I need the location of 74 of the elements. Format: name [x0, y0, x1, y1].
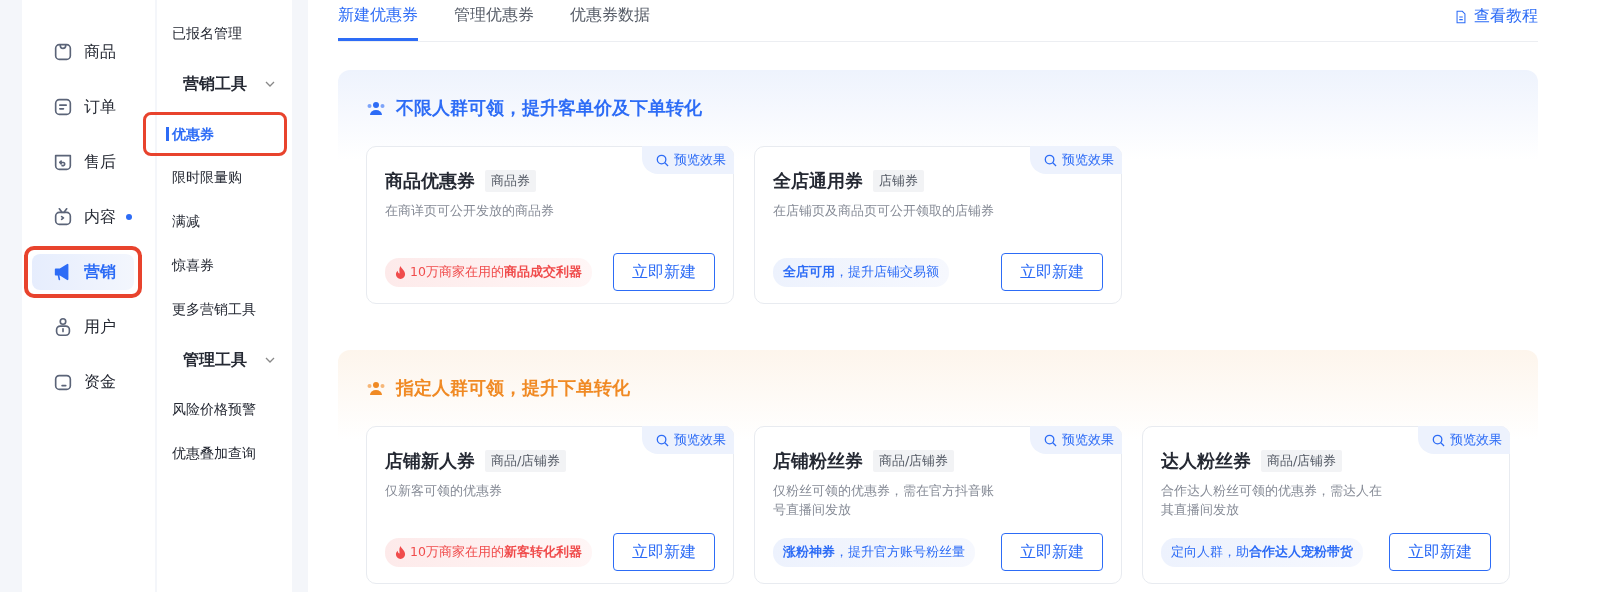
submenu-item[interactable]: 优惠叠加查询	[167, 445, 256, 463]
create-button[interactable]: 立即新建	[613, 253, 715, 291]
nav-item[interactable]: 订单	[32, 89, 134, 125]
tab[interactable]: 新建优惠券	[338, 5, 418, 41]
tab[interactable]: 管理优惠券	[454, 5, 534, 41]
submenu-item[interactable]: 限时限量购	[167, 169, 242, 187]
nav-item[interactable]: 用户	[32, 309, 134, 345]
create-button[interactable]: 立即新建	[1389, 533, 1491, 571]
menu-group-header[interactable]: 营销工具	[156, 56, 292, 112]
nav-item[interactable]: 资金	[32, 364, 134, 400]
submenu-item[interactable]: 满减	[167, 213, 200, 231]
section-title: 不限人群可领，提升客单价及下单转化	[396, 96, 702, 120]
bag-icon	[52, 41, 74, 63]
promo-text: 10万商家在用的商品成交利器	[410, 263, 582, 281]
coupon-type-tag: 商品/店铺券	[485, 450, 567, 472]
create-button[interactable]: 立即新建	[613, 533, 715, 571]
search-icon	[1044, 433, 1057, 447]
preview-button[interactable]: 预览效果	[642, 426, 734, 454]
preview-label: 预览效果	[674, 431, 726, 449]
flame-icon	[395, 545, 406, 559]
card-title: 全店通用券	[773, 169, 863, 193]
card-title: 店铺新人券	[385, 449, 475, 473]
create-button[interactable]: 立即新建	[1001, 253, 1103, 291]
card-description: 仅粉丝可领的优惠券，需在官方抖音账号直播间发放	[773, 482, 995, 519]
tv-icon	[52, 206, 74, 228]
tutorial-link[interactable]: 查看教程	[1454, 6, 1538, 41]
section-title: 指定人群可领，提升下单转化	[396, 376, 630, 400]
submenu-item[interactable]: 优惠券	[165, 127, 214, 141]
preview-label: 预览效果	[1062, 151, 1114, 169]
coupon-type-tag: 商品/店铺券	[873, 450, 955, 472]
nav-item[interactable]: 营销	[32, 254, 134, 290]
preview-button[interactable]: 预览效果	[1418, 426, 1510, 454]
coupon-type-tag: 商品券	[485, 170, 536, 192]
card-description: 合作达人粉丝可领的优惠券，需达人在其直播间发放	[1161, 482, 1383, 519]
nav-item[interactable]: 内容	[32, 199, 134, 235]
menu-group-header[interactable]: 管理工具	[156, 332, 292, 388]
coupon-type-tag: 商品/店铺券	[1261, 450, 1343, 472]
search-icon	[656, 153, 669, 167]
preview-label: 预览效果	[1450, 431, 1502, 449]
doc-icon	[52, 96, 74, 118]
nav-item[interactable]: 售后	[32, 144, 134, 180]
submenu-item[interactable]: 已报名管理	[167, 25, 242, 43]
nav-item[interactable]: 商品	[32, 34, 134, 70]
promo-text: 定向人群，助合作达人宠粉带货	[1171, 543, 1353, 561]
preview-button[interactable]: 预览效果	[1030, 426, 1122, 454]
card-description: 在商详页可公开发放的商品券	[385, 202, 555, 220]
preview-button[interactable]: 预览效果	[642, 146, 734, 174]
people-icon	[366, 100, 386, 116]
tab[interactable]: 优惠券数据	[570, 5, 650, 41]
preview-label: 预览效果	[1062, 431, 1114, 449]
card-description: 在店铺页及商品页可公开领取的店铺券	[773, 202, 995, 220]
preview-label: 预览效果	[674, 151, 726, 169]
preview-button[interactable]: 预览效果	[1030, 146, 1122, 174]
submenu-item[interactable]: 惊喜券	[167, 257, 214, 275]
card-title: 店铺粉丝券	[773, 449, 863, 473]
card-title: 商品优惠券	[385, 169, 475, 193]
search-icon	[1044, 153, 1057, 167]
coupon-type-tag: 店铺券	[873, 170, 924, 192]
promo-text: 10万商家在用的新客转化利器	[410, 543, 582, 561]
menu-group-title: 营销工具	[182, 73, 247, 95]
search-icon	[656, 433, 669, 447]
promo-text: 全店可用，提升店铺交易额	[783, 263, 939, 281]
submenu-item[interactable]: 更多营销工具	[167, 301, 256, 319]
tutorial-label: 查看教程	[1474, 6, 1538, 27]
promo-text: 涨粉神券，提升官方账号粉丝量	[783, 543, 965, 561]
submenu-item[interactable]: 风险价格预警	[167, 401, 256, 419]
card-title: 达人粉丝券	[1161, 449, 1251, 473]
people-icon	[366, 380, 386, 396]
create-button[interactable]: 立即新建	[1001, 533, 1103, 571]
search-icon	[1432, 433, 1445, 447]
menu-group-title: 管理工具	[182, 349, 247, 371]
flame-icon	[395, 265, 406, 279]
card-description: 仅新客可领的优惠券	[385, 482, 503, 500]
document-icon	[1454, 9, 1468, 24]
